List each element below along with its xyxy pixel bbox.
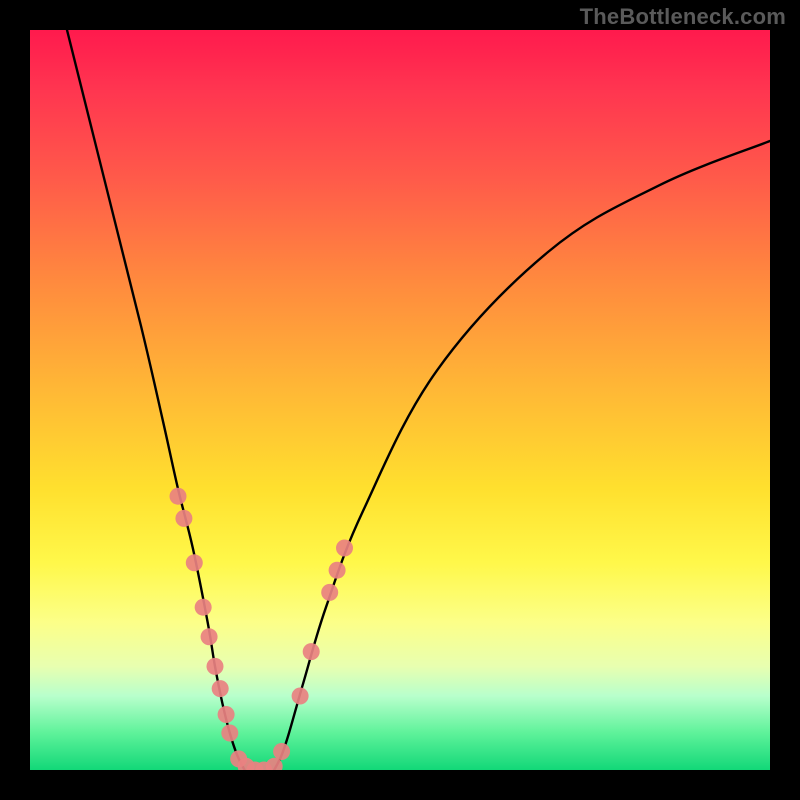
data-marker — [292, 688, 309, 705]
data-marker — [201, 628, 218, 645]
watermark-text: TheBottleneck.com — [580, 4, 786, 30]
data-marker — [221, 725, 238, 742]
data-marker — [170, 488, 187, 505]
data-marker — [303, 643, 320, 660]
data-marker — [321, 584, 338, 601]
data-marker — [195, 599, 212, 616]
data-marker — [207, 658, 224, 675]
data-marker — [273, 743, 290, 760]
data-marker — [175, 510, 192, 527]
chart-frame: TheBottleneck.com — [0, 0, 800, 800]
data-marker — [212, 680, 229, 697]
data-marker — [336, 540, 353, 557]
chart-svg — [30, 30, 770, 770]
plot-area — [30, 30, 770, 770]
data-marker — [186, 554, 203, 571]
data-marker — [218, 706, 235, 723]
curve-right-branch — [274, 141, 770, 770]
data-marker — [329, 562, 346, 579]
